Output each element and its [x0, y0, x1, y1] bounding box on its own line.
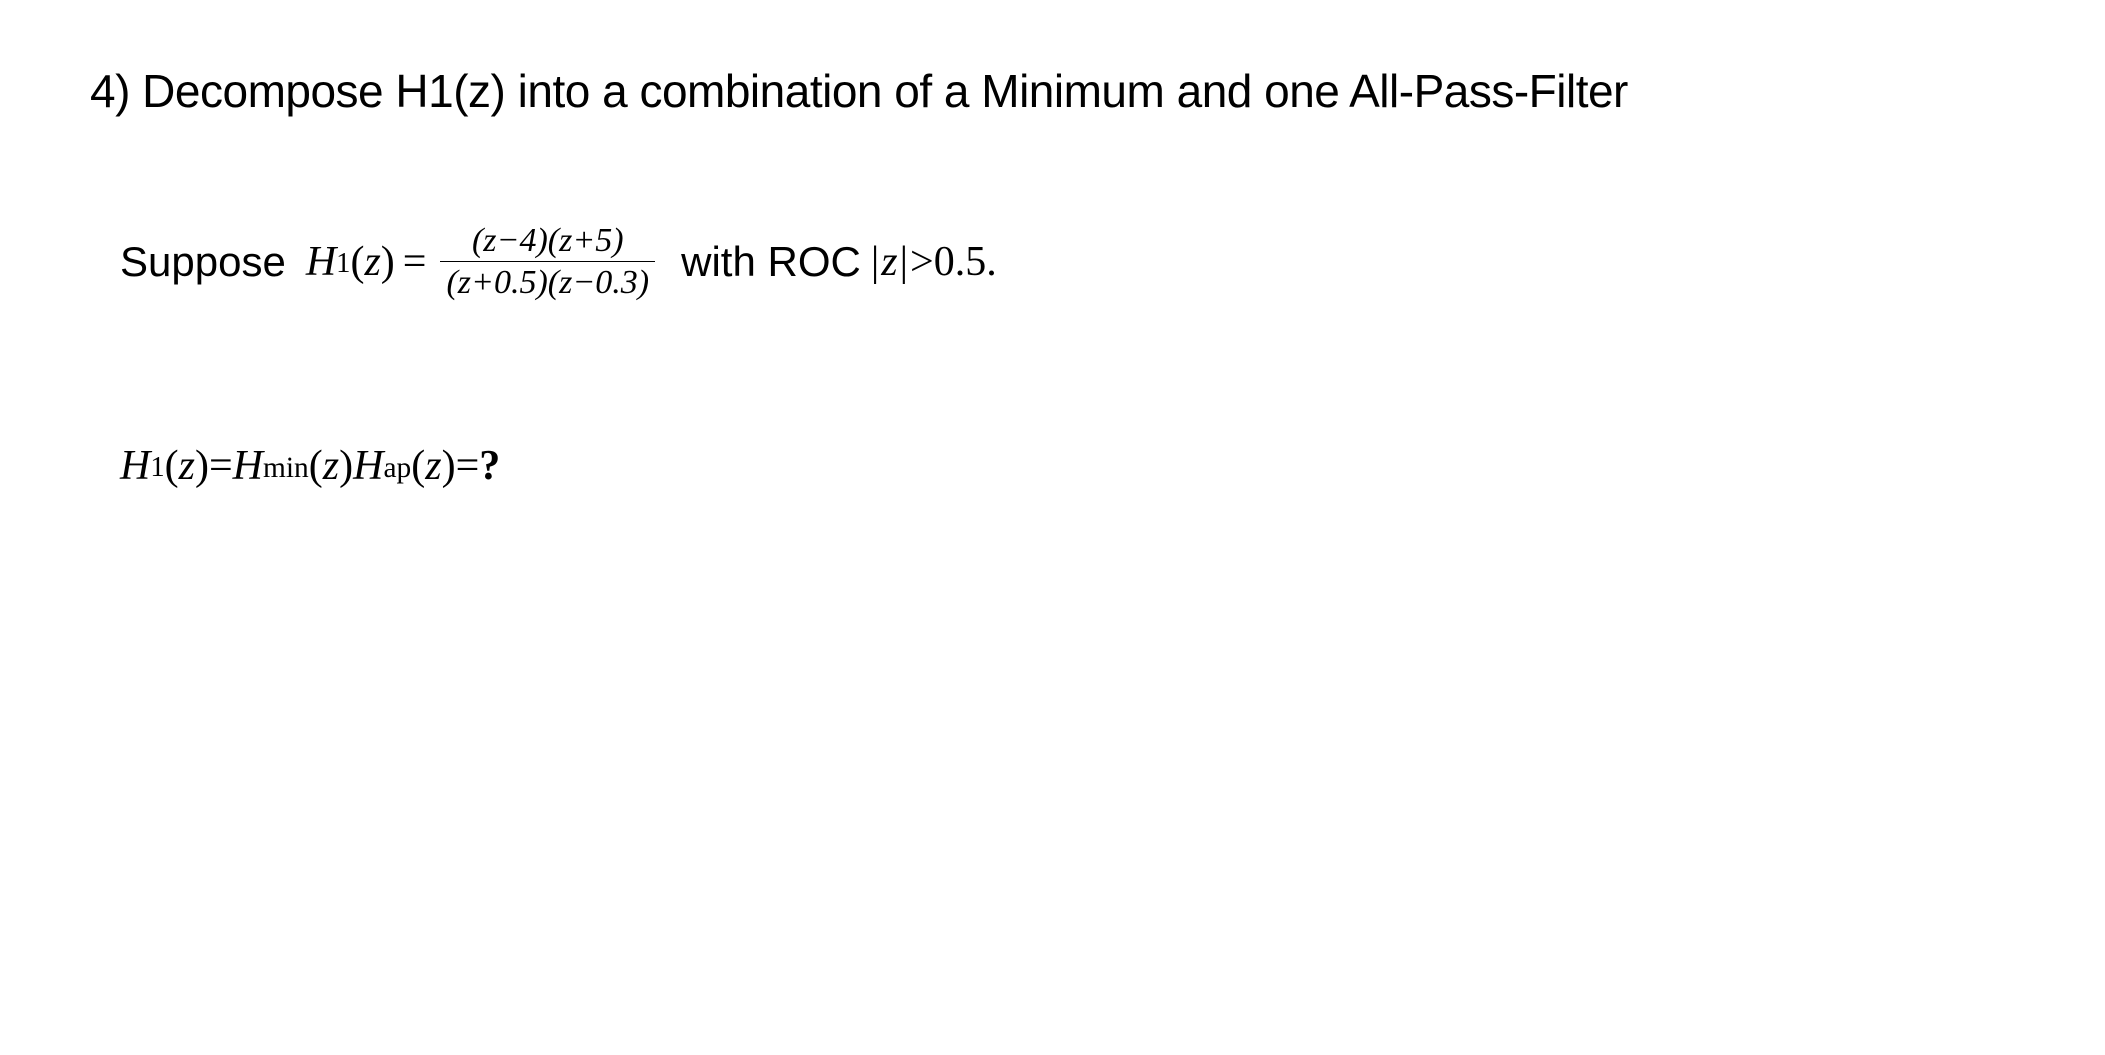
equation-line-2: H1(z) = Hmin(z)Hap(z) = ?	[120, 442, 2015, 490]
paren-open-l2: (	[165, 442, 179, 490]
h1-of-z-lhs: H1(z)	[306, 238, 395, 286]
abs-bar-left: |	[869, 238, 881, 286]
transfer-function-fraction: (z−4)(z+5) (z+0.5)(z−0.3)	[440, 222, 655, 302]
variable-H: H	[306, 238, 336, 286]
greater-than: >	[910, 238, 934, 286]
with-roc-text: with ROC	[681, 238, 861, 286]
fraction-denominator: (z+0.5)(z−0.3)	[440, 261, 655, 301]
variable-Hmin: H	[233, 442, 263, 490]
roc-expression: |z| > 0.5.	[869, 238, 997, 286]
roc-value: 0.5	[934, 238, 987, 286]
paren-open-min: (	[309, 442, 323, 490]
subscript-1-l2: 1	[150, 452, 164, 484]
paren-close-ap: )	[442, 442, 456, 490]
period: .	[986, 238, 997, 286]
paren-close-l2: )	[195, 442, 209, 490]
question-mark: ?	[479, 442, 500, 490]
paren-open-ap: (	[411, 442, 425, 490]
variable-Hap: H	[353, 442, 383, 490]
subscript-ap: ap	[383, 452, 411, 485]
equation-line-1: Suppose H1(z) = (z−4)(z+5) (z+0.5)(z−0.3…	[120, 222, 2015, 302]
variable-H-l2: H	[120, 442, 150, 490]
problem-title: 4) Decompose H1(z) into a combination of…	[90, 60, 2015, 122]
abs-bar-right: |	[898, 238, 910, 286]
suppose-prefix: Suppose	[120, 238, 286, 286]
paren-close-min: )	[339, 442, 353, 490]
equals-sign-l2-1: =	[209, 442, 233, 490]
paren-close: )	[381, 238, 395, 286]
variable-z-l2: z	[179, 442, 195, 490]
variable-z: z	[364, 238, 380, 286]
fraction-numerator: (z−4)(z+5)	[466, 222, 630, 261]
subscript-1: 1	[336, 248, 350, 280]
equals-sign: =	[403, 238, 427, 286]
decomposition-equation: H1(z) = Hmin(z)Hap(z) = ?	[120, 442, 500, 490]
subscript-min: min	[263, 452, 309, 485]
paren-open: (	[350, 238, 364, 286]
variable-z-ap: z	[425, 442, 441, 490]
variable-z-roc: z	[881, 238, 897, 286]
variable-z-min: z	[323, 442, 339, 490]
equals-sign-l2-2: =	[456, 442, 480, 490]
